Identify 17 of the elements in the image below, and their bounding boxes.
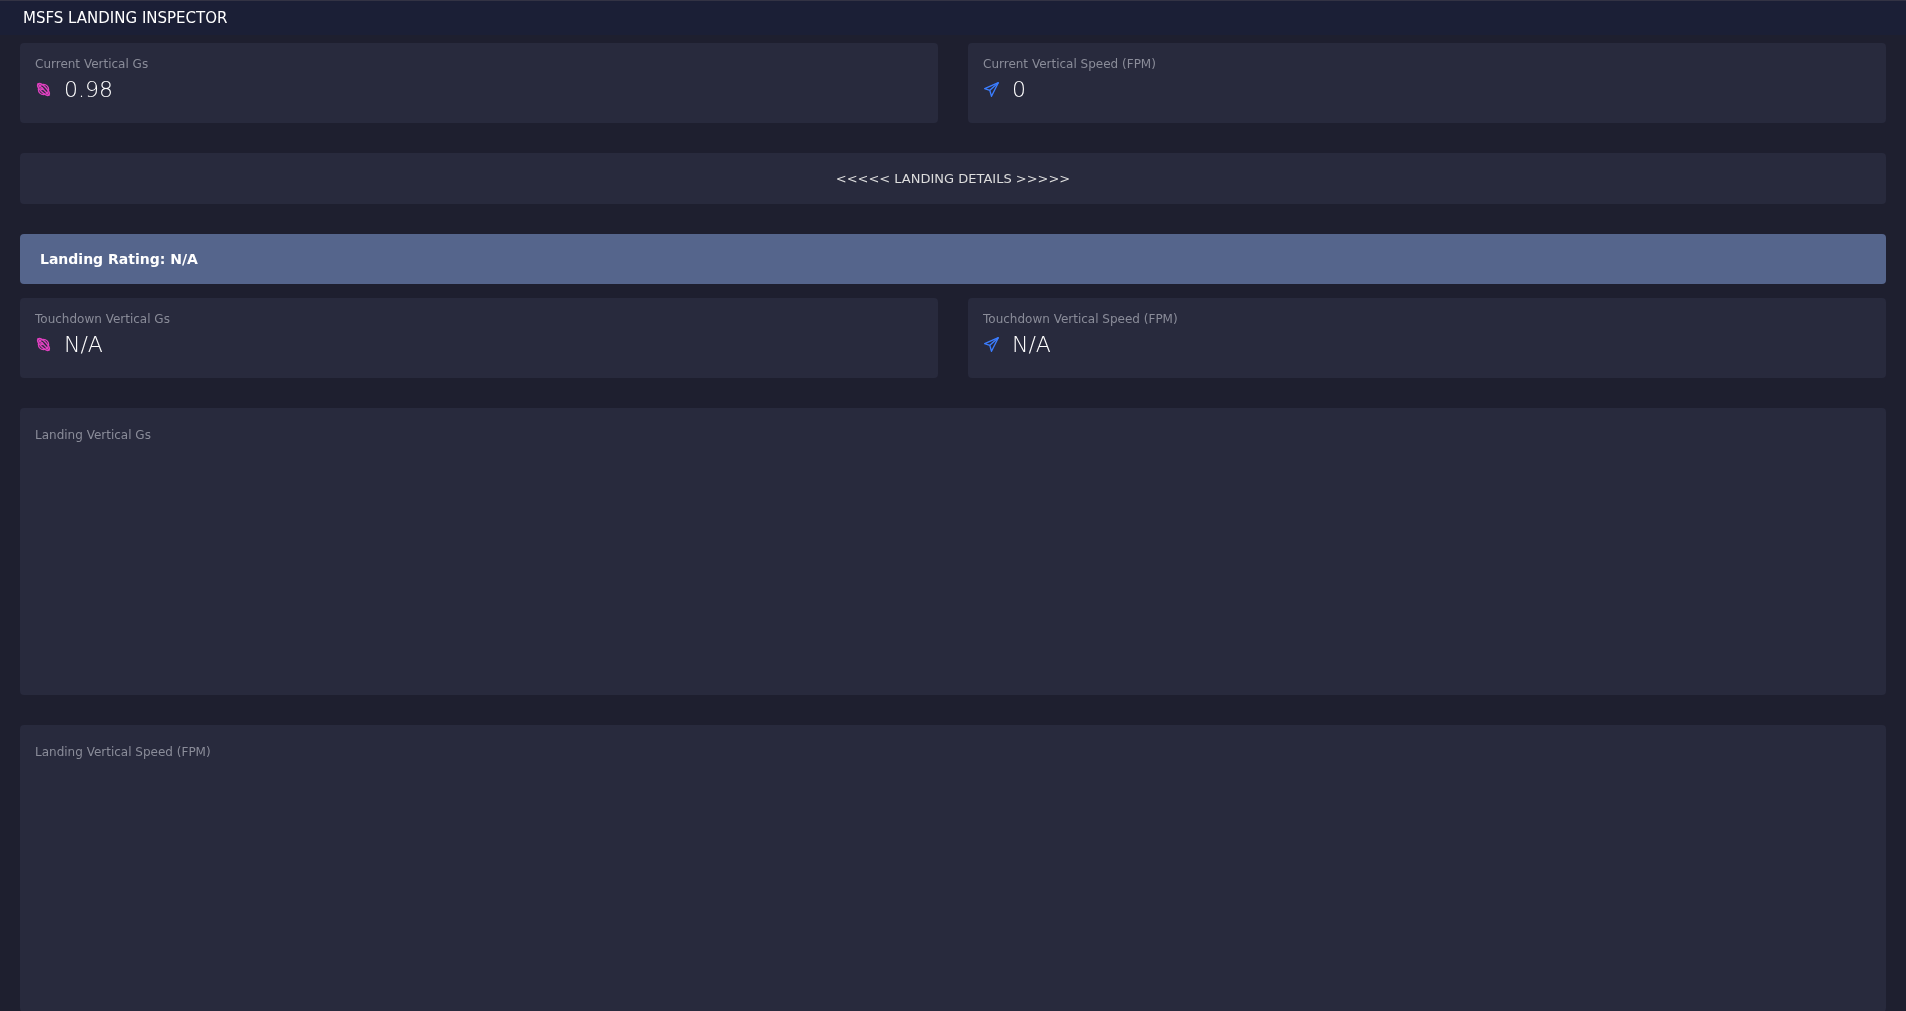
stat-label: Touchdown Vertical Speed (FPM) — [983, 312, 1178, 326]
chart-title: Landing Vertical Speed (FPM) — [35, 745, 211, 759]
stat-value: 0 — [1012, 77, 1026, 102]
chart-title: Landing Vertical Gs — [35, 428, 151, 442]
stat-label: Current Vertical Speed (FPM) — [983, 57, 1156, 71]
section-heading: <<<<< LANDING DETAILS >>>>> — [835, 171, 1071, 186]
rating-text: Landing Rating: N/A — [40, 251, 198, 267]
planet-icon — [35, 336, 52, 353]
planet-icon — [35, 81, 52, 98]
paper-plane-icon — [983, 336, 1000, 353]
stat-value: N/A — [64, 332, 103, 357]
paper-plane-icon — [983, 81, 1000, 98]
stat-label: Touchdown Vertical Gs — [35, 312, 170, 326]
stat-value: N/A — [1012, 332, 1051, 357]
app-title: MSFS LANDING INSPECTOR — [23, 9, 228, 27]
stat-value: 0.98 — [64, 77, 113, 102]
stat-label: Current Vertical Gs — [35, 57, 149, 71]
